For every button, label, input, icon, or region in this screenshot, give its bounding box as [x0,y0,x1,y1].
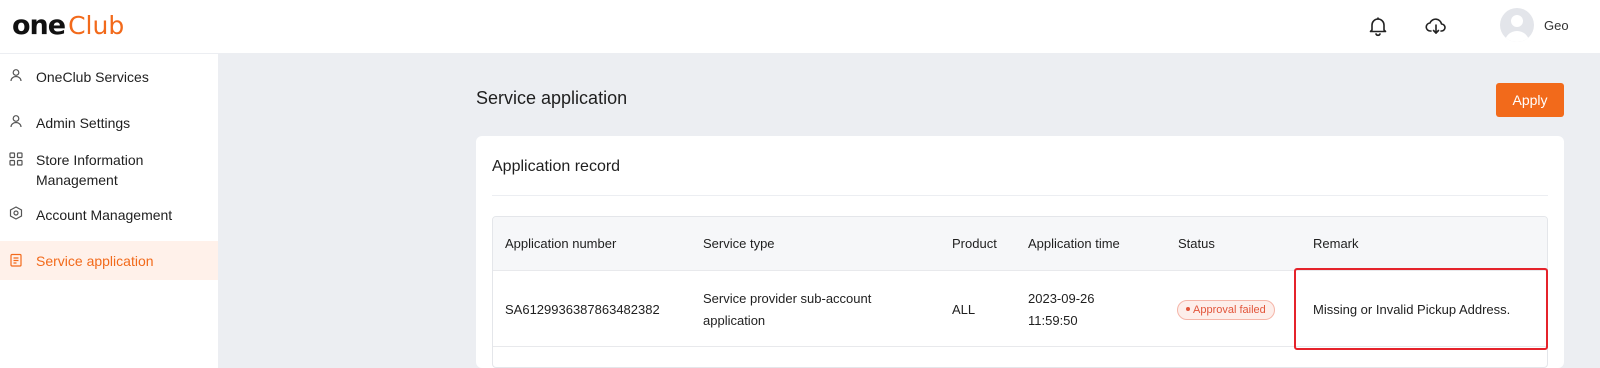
grid-icon [9,152,23,166]
clipboard-icon [10,253,22,267]
top-header: one Club Geo [0,0,1600,54]
page-title: Service application [476,88,628,108]
application-record-card: Application record Application number Se… [476,136,1564,368]
application-table: Application number Service type Product … [492,216,1548,368]
sidebar-item-account-management[interactable]: Account Management [0,204,218,228]
logo-club-text: Club [68,11,125,40]
column-header-application-time[interactable]: Application time [1028,236,1120,251]
column-header-product[interactable]: Product [952,236,997,251]
hexagon-icon [9,206,23,220]
sidebar-item-label: OneClub Services [36,69,149,85]
table-row[interactable]: SA6129936387863482382 Service provider s… [493,271,1547,347]
status-badge: Approval failed [1177,300,1275,320]
column-header-status[interactable]: Status [1178,236,1215,251]
cloud-download-icon[interactable] [1424,14,1448,38]
card-title: Application record [492,158,621,175]
user-name[interactable]: Geo [1544,18,1569,33]
product-cell: ALL [952,302,976,317]
oneclub-logo[interactable]: one Club [12,10,124,42]
user-icon [10,69,22,82]
service-type-cell-line2: application [703,313,766,328]
application-date-cell: 2023-09-26 [1028,291,1095,306]
sidebar-item-label: Account Management [36,207,173,223]
sidebar-item-service-application[interactable]: Service application [0,241,218,280]
divider [492,195,1548,196]
sidebar: OneClub Services Admin Settings Store In… [0,54,218,368]
application-clock-cell: 11:59:50 [1028,313,1078,328]
avatar-person-icon [1505,15,1529,42]
sidebar-item-label: Admin Settings [36,115,131,131]
column-header-application-number[interactable]: Application number [505,236,616,251]
status-dot [1186,307,1190,312]
user-icon [10,115,22,128]
status-label: Approval failed [1193,304,1266,316]
service-type-cell-line1: Service provider sub-account [703,291,872,306]
remark-cell: Missing or Invalid Pickup Address. [1313,302,1511,317]
sidebar-item-label: Service application [36,253,154,269]
avatar[interactable] [1500,8,1534,42]
application-number-cell: SA6129936387863482382 [505,302,660,317]
bell-icon[interactable] [1366,14,1390,38]
sidebar-item-admin-settings[interactable]: Admin Settings [0,112,218,136]
column-header-remark[interactable]: Remark [1313,236,1359,251]
sidebar-item-store-information-management[interactable]: Store Information Management [0,148,218,192]
logo-one-text: one [12,10,66,41]
sidebar-item-oneclub-services[interactable]: OneClub Services [0,66,218,90]
sidebar-item-label: Store Information Management [36,152,144,188]
apply-button[interactable]: Apply [1496,83,1564,117]
table-header: Application number Service type Product … [493,217,1547,271]
column-header-service-type[interactable]: Service type [703,236,775,251]
